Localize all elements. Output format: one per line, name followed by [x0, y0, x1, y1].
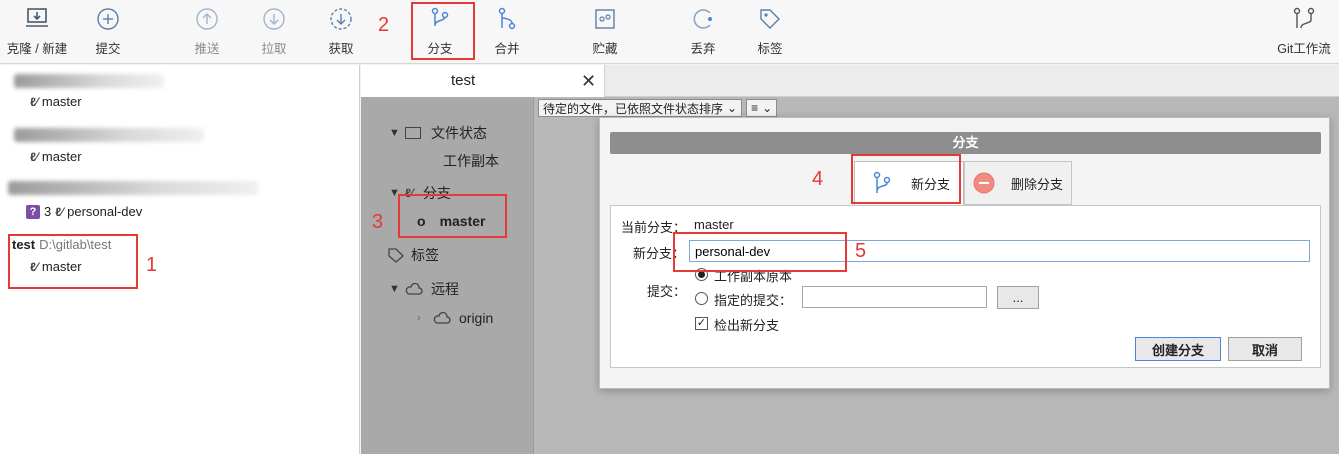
create-branch-button[interactable]: 创建分支: [1135, 337, 1221, 361]
arrow-down-circle-icon: [263, 8, 285, 30]
clone-new-label: 克隆 / 新建: [6, 42, 68, 56]
tree-remotes[interactable]: ▼ 远程: [389, 279, 459, 299]
radio-specified-commit-label: 指定的提交：: [714, 293, 793, 308]
push-label: 推送: [194, 42, 220, 56]
working-copy-label: 工作副本: [443, 153, 499, 169]
gitflow-button[interactable]: Git工作流: [1270, 4, 1338, 60]
radio-specified-commit[interactable]: [695, 292, 708, 305]
dialog-title: 分支: [610, 132, 1321, 154]
question-badge-icon: ?: [26, 204, 40, 219]
gitflow-label: Git工作流: [1277, 42, 1331, 56]
chevron-down-icon: ▼: [389, 283, 400, 295]
chevron-down-icon: ⌄: [727, 101, 738, 115]
clone-new-button[interactable]: 克隆 / 新建: [4, 4, 70, 60]
annotation-box-1: [8, 234, 138, 289]
annotation-number-3: 3: [372, 211, 384, 233]
plus-circle-icon: [97, 8, 119, 30]
chevron-down-icon: ⌄: [762, 101, 773, 115]
tag-label: 标签: [757, 42, 783, 56]
current-branch-value: master: [694, 217, 734, 232]
repo-2-branch-label: master: [41, 149, 82, 164]
tree-remote-origin[interactable]: › origin: [417, 310, 493, 326]
tab-bar: test ✕: [361, 65, 1339, 97]
discard-button[interactable]: 丢弃: [673, 4, 733, 60]
pull-button[interactable]: 拉取: [244, 4, 304, 60]
tree-working-copy[interactable]: 工作副本: [443, 151, 499, 171]
stash-button[interactable]: 贮藏: [575, 4, 635, 60]
annotation-number-5: 5: [855, 240, 867, 262]
discard-label: 丢弃: [690, 42, 716, 56]
merge-label: 合并: [494, 42, 520, 56]
annotation-number-1: 1: [146, 254, 158, 276]
fetch-button[interactable]: 获取: [311, 4, 371, 60]
repo-3-branch[interactable]: ? 3 ℓ⁄ personal-dev: [26, 204, 142, 219]
cloud-icon: [433, 311, 451, 324]
sort-label: 待定的文件，已依照文件状态排序: [543, 101, 724, 116]
repo-3-count: 3: [44, 204, 52, 219]
close-icon[interactable]: ✕: [581, 71, 596, 92]
fetch-label: 获取: [328, 42, 354, 56]
repo-name-blurred: [14, 128, 204, 142]
repo-3-branch-label: personal-dev: [67, 204, 143, 219]
stash-label: 贮藏: [592, 42, 618, 56]
tab-test[interactable]: test ✕: [361, 65, 605, 97]
annotation-box-2: [411, 2, 475, 60]
chevron-down-icon: ▼: [389, 127, 400, 139]
commit-label: 提交: [95, 42, 121, 56]
fetch-icon: [330, 8, 352, 30]
remotes-label: 远程: [431, 281, 459, 297]
cloud-icon: [405, 282, 423, 295]
checkout-label: 检出新分支: [714, 318, 780, 333]
monitor-icon: [405, 127, 421, 139]
commit-input[interactable]: [802, 286, 987, 308]
tab-title: test: [451, 72, 476, 89]
tree-tags[interactable]: 标签: [387, 245, 439, 265]
repo-name-blurred: [14, 74, 164, 88]
checkout-checkbox[interactable]: ✓: [695, 317, 708, 330]
gitflow-icon: [1293, 7, 1315, 29]
tag-icon: [388, 248, 404, 263]
tags-label: 标签: [411, 247, 439, 263]
annotation-box-3: [398, 194, 507, 238]
push-button[interactable]: 推送: [177, 4, 237, 60]
repo-name-blurred: [8, 181, 258, 195]
arrow-up-circle-icon: [196, 8, 218, 30]
commit-button[interactable]: 提交: [78, 4, 138, 60]
tag-button[interactable]: 标签: [740, 4, 800, 60]
toolbar: 克隆 / 新建 提交 推送 拉取 获取 分支 合并 贮藏 丢弃 标签 Git工作…: [0, 0, 1339, 64]
file-status-label: 文件状态: [431, 125, 487, 141]
origin-label: origin: [459, 310, 494, 326]
stash-icon: [595, 9, 615, 29]
annotation-box-5: [673, 232, 847, 272]
cancel-button[interactable]: 取消: [1228, 337, 1302, 361]
tab-delete-branch-label: 删除分支: [1011, 176, 1064, 192]
minus-circle-icon: [973, 172, 995, 194]
tag-icon: [760, 9, 780, 29]
filter-bar: 待定的文件，已依照文件状态排序 ⌄ ≡ ⌄: [534, 97, 781, 119]
commit-label: 提交：: [647, 284, 687, 299]
tree-file-status[interactable]: ▼ 文件状态: [389, 123, 487, 143]
sort-dropdown[interactable]: 待定的文件，已依照文件状态排序 ⌄: [538, 99, 743, 117]
branch-icon: ℓ⁄: [55, 204, 64, 219]
view-menu-dropdown[interactable]: ≡ ⌄: [746, 99, 778, 117]
merge-button[interactable]: 合并: [477, 4, 537, 60]
repo-1-branch-label: master: [41, 94, 82, 109]
chevron-right-icon: ›: [417, 312, 421, 324]
repo-2-branch[interactable]: ℓ⁄ master: [30, 149, 82, 164]
computer-download-icon: [26, 8, 48, 27]
branch-icon: ℓ⁄: [30, 149, 38, 164]
tab-delete-branch[interactable]: 删除分支: [964, 161, 1072, 205]
annotation-number-4: 4: [812, 168, 824, 190]
branch-icon: ℓ⁄: [30, 94, 38, 109]
merge-icon: [498, 7, 516, 30]
repo-1-branch[interactable]: ℓ⁄ master: [30, 94, 82, 109]
discard-icon: [693, 9, 712, 29]
browse-commit-button[interactable]: ...: [997, 286, 1039, 309]
annotation-number-2: 2: [378, 14, 390, 36]
pull-label: 拉取: [261, 42, 287, 56]
annotation-box-4: [851, 154, 961, 204]
new-branch-form: 当前分支： master 新分支： 提交： 工作副本原本 指定的提交： ... …: [610, 205, 1321, 368]
menu-icon: ≡: [751, 101, 759, 115]
